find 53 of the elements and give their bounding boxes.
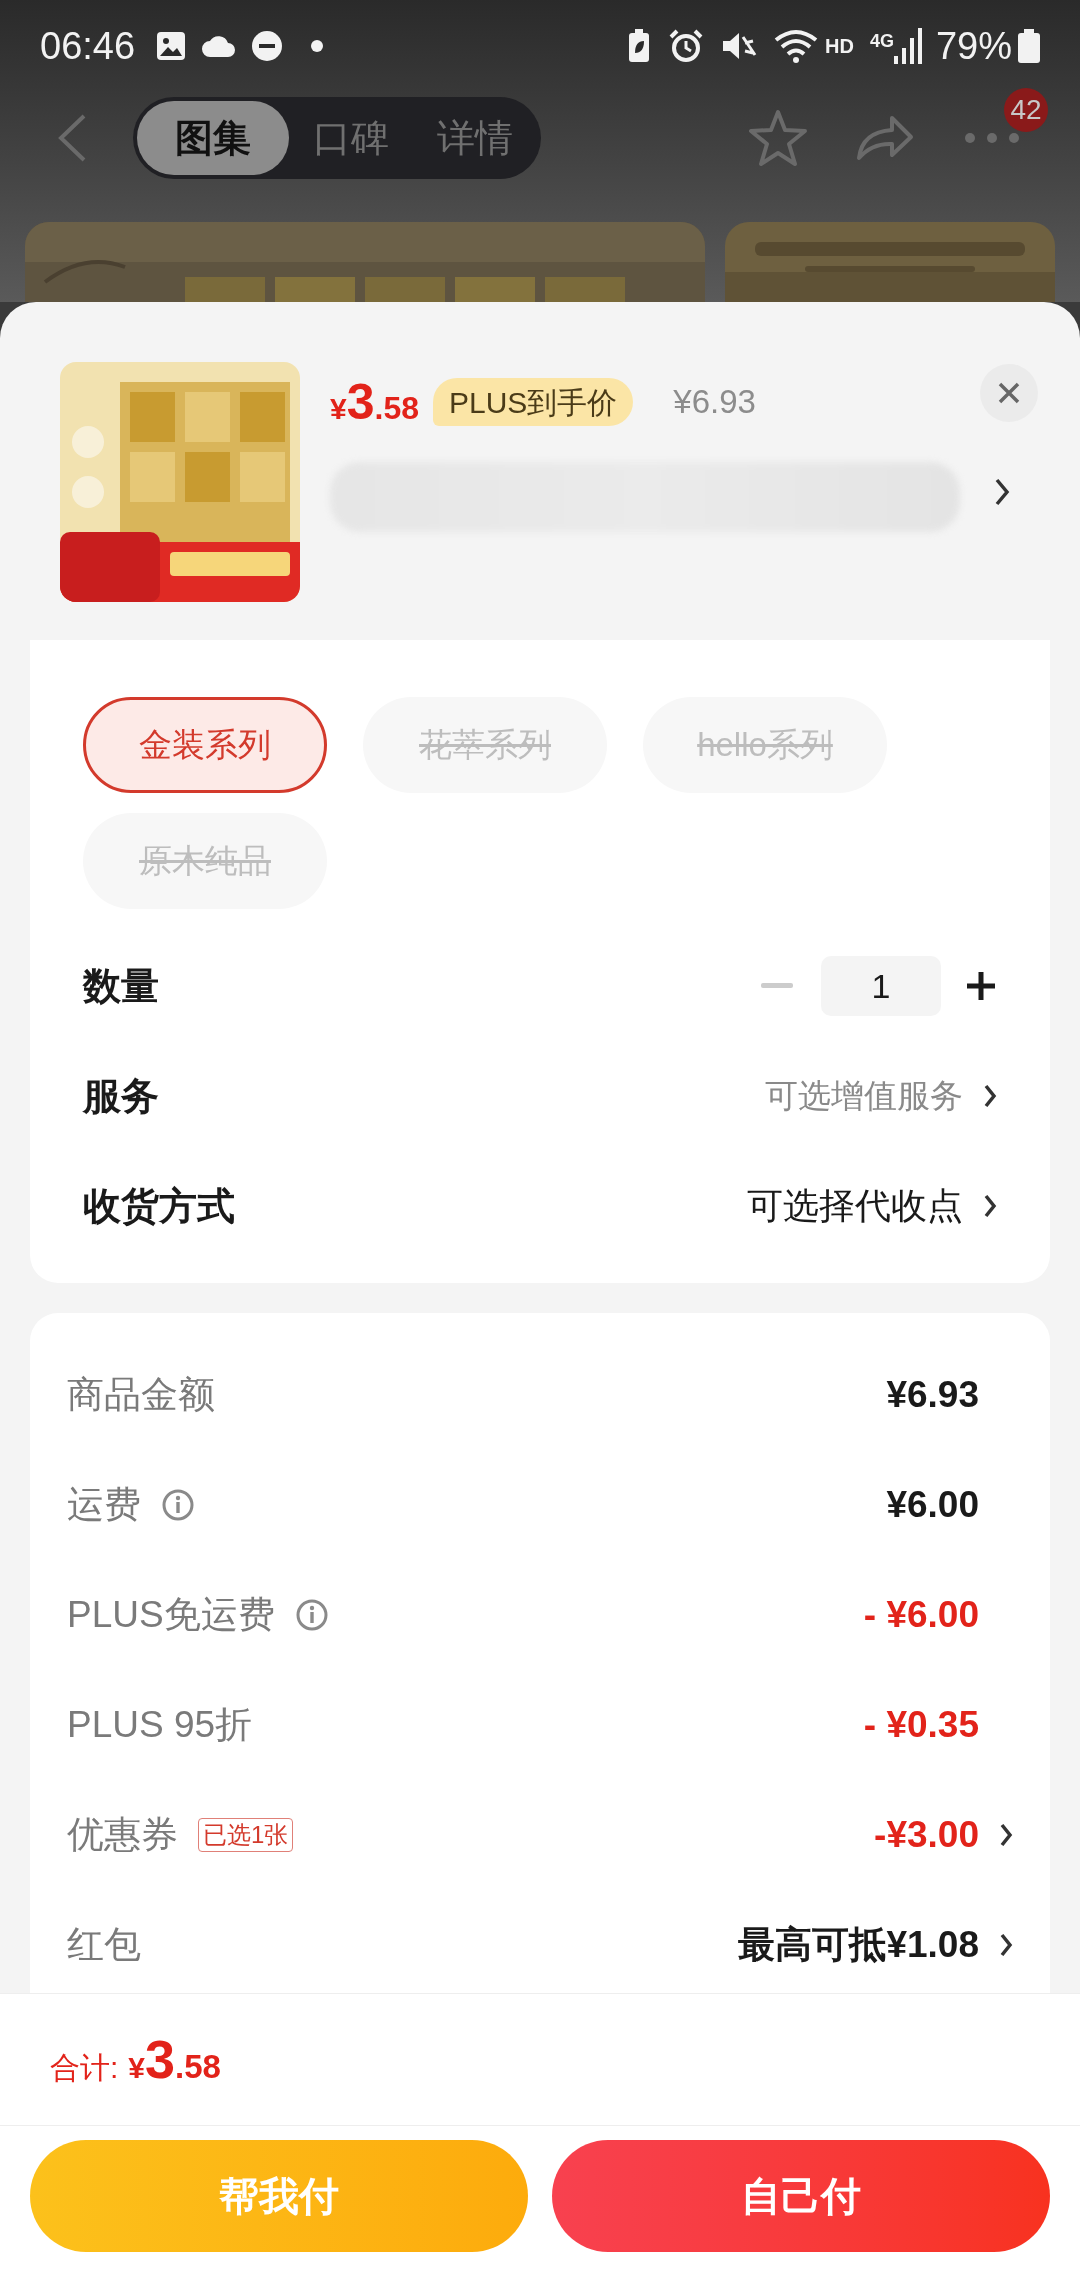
star-icon[interactable] (748, 109, 808, 167)
info-icon[interactable] (294, 1598, 329, 1632)
chevron-right-icon[interactable] (999, 1932, 1013, 1958)
dot-icon (311, 40, 324, 52)
row-value[interactable]: 可选增值服务 (765, 1071, 963, 1121)
amount-value: - ¥6.00 (863, 1593, 979, 1638)
quantity-label: 数量 (83, 963, 159, 1009)
row-label: 服务 (83, 1073, 159, 1119)
image-icon (155, 30, 188, 62)
battery-icon (1018, 29, 1040, 63)
row-label: PLUS免运费 (67, 1593, 275, 1638)
status-time: 06:46 (40, 23, 136, 69)
total-price: 合计: ¥3.58 (50, 2028, 221, 2091)
network-type: 4G (869, 30, 894, 53)
wifi-icon (773, 28, 820, 64)
amount-value: ¥6.93 (886, 1373, 979, 1418)
original-price: ¥6.93 (673, 382, 756, 423)
chevron-right-icon[interactable] (994, 477, 1010, 507)
chevron-right-icon[interactable] (999, 1822, 1013, 1848)
tab[interactable]: 详情 (413, 101, 537, 175)
plus-price: ¥3.58 (330, 372, 419, 432)
quantity-field[interactable]: 1 (821, 956, 941, 1016)
pay-button[interactable]: 自己付 (552, 2140, 1050, 2252)
chevron-right-icon[interactable] (983, 1083, 997, 1109)
amount-value: - ¥0.35 (863, 1703, 979, 1748)
plus-icon[interactable] (965, 970, 997, 1002)
row-value[interactable]: 可选择代收点 (747, 1179, 963, 1233)
do-not-disturb-icon (251, 30, 284, 62)
hd-indicator: HD (825, 34, 854, 59)
row-label: 运费 (67, 1483, 141, 1528)
amount-value: 最高可抵¥1.08 (738, 1923, 979, 1968)
row-label: 收货方式 (83, 1183, 235, 1229)
price-tag: PLUS到手价 (433, 378, 634, 426)
alarm-icon (669, 29, 704, 63)
battery-level: 79% (935, 23, 1012, 69)
info-icon[interactable] (161, 1488, 195, 1522)
tab[interactable]: 口碑 (289, 101, 413, 175)
row-label: 红包 (67, 1923, 141, 1968)
close-icon (997, 381, 1021, 405)
chevron-right-icon[interactable] (983, 1193, 997, 1219)
pay-button[interactable]: 帮我付 (30, 2140, 528, 2252)
notification-badge: 42 (1004, 88, 1048, 132)
signal-icon (893, 28, 922, 64)
row-label: PLUS 95折 (67, 1703, 253, 1748)
status-tag: 已选1张 (198, 1818, 294, 1852)
battery-saver-icon (627, 29, 652, 63)
row-label: 优惠券 (67, 1813, 178, 1858)
cloud-icon (201, 33, 238, 59)
tab[interactable]: 图集 (137, 101, 289, 175)
row-label: 商品金额 (67, 1373, 215, 1418)
amount-value: -¥3.00 (874, 1813, 979, 1858)
option-chip[interactable]: 金装系列 (83, 697, 327, 793)
amount-value: ¥6.00 (886, 1483, 979, 1528)
